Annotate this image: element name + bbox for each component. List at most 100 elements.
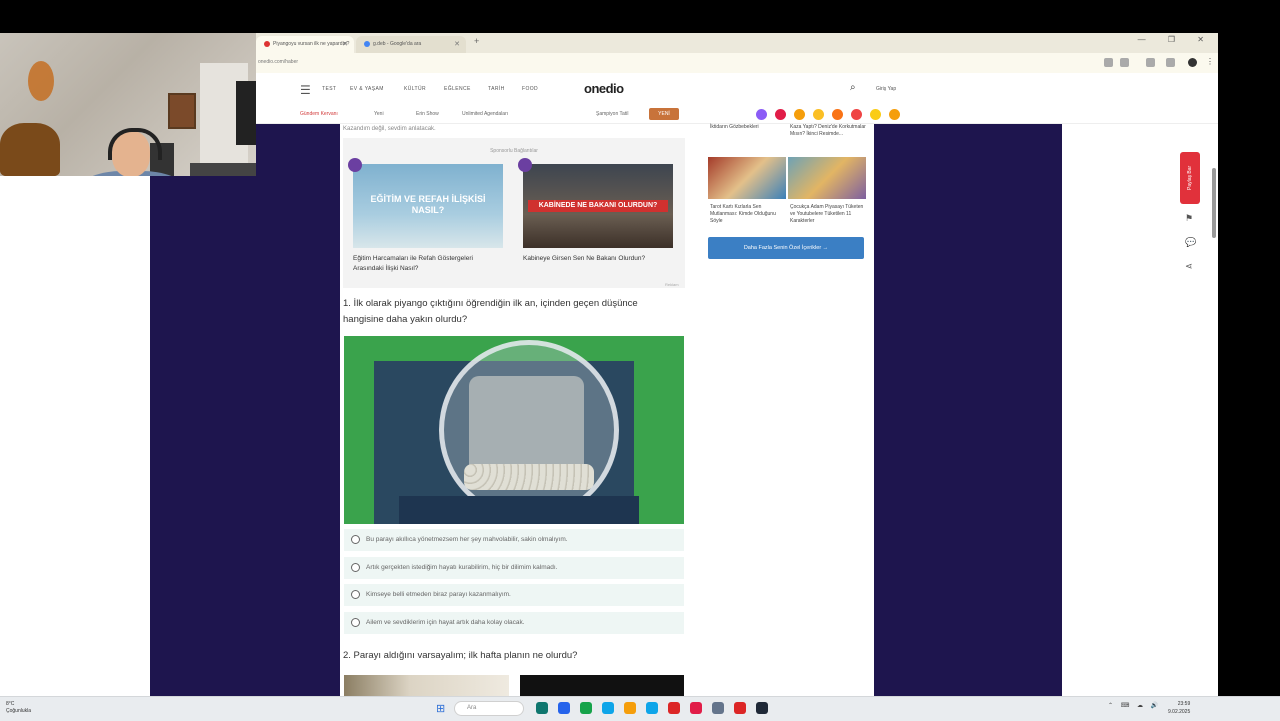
url-text[interactable]: onedio.com/haber [258, 59, 298, 65]
start-icon[interactable]: ⊞ [436, 702, 445, 715]
bookmark-icon[interactable]: ⚑ [1185, 213, 1193, 224]
emoji-reaction-icon[interactable] [794, 109, 805, 120]
answer-image[interactable] [344, 675, 509, 696]
radio-button[interactable] [351, 563, 360, 572]
wall-frame [168, 93, 196, 129]
sidebar-image[interactable] [788, 157, 866, 199]
nav-link[interactable]: EĞLENCE [444, 86, 471, 92]
tab-active[interactable]: Piyangoyu vursan ilk ne yapardın? ✕ [256, 36, 354, 53]
answer-option[interactable]: Ailem ve sevdiklerim için hayat artık da… [344, 612, 684, 634]
profile-avatar[interactable] [1188, 58, 1197, 67]
sub-nav-item[interactable]: Erin Show [416, 111, 439, 117]
share-icon[interactable]: ⋖ [1185, 261, 1193, 272]
site-logo[interactable]: onedio [584, 81, 624, 96]
favicon-icon [364, 40, 370, 47]
sign-in-link[interactable]: Giriş Yap [876, 86, 896, 92]
clock[interactable]: 23:59 9.02.2025 [1168, 700, 1190, 716]
hamburger-icon[interactable]: ☰ [300, 83, 311, 97]
related-link[interactable]: Kabineye Girsen Sen Ne Bakanı Olurdun? [523, 254, 673, 264]
comment-icon[interactable]: 💬 [1185, 237, 1196, 248]
taskbar-app-icon[interactable] [602, 702, 614, 714]
emoji-reaction-icon[interactable] [851, 109, 862, 120]
search-icon[interactable]: ⌕ [850, 82, 856, 93]
sidebar-link[interactable]: İktidarın Gözbebekleri [710, 124, 788, 131]
radio-button[interactable] [351, 590, 360, 599]
question-title: 1. İlk olarak piyango çıktığını öğrendiğ… [343, 298, 638, 325]
window-controls[interactable]: — ❐ ✕ [1138, 35, 1214, 44]
emoji-reaction-icon[interactable] [832, 109, 843, 120]
site-header: ☰ TEST EV & YAŞAM KÜLTÜR EĞLENCE TARİH F… [256, 73, 1218, 107]
sub-nav-item[interactable]: Unlimited Agendaları [462, 111, 508, 117]
radio-button[interactable] [351, 618, 360, 627]
extension-icon[interactable] [1166, 58, 1175, 67]
new-badge[interactable]: YENİ [649, 108, 679, 120]
emoji-reaction-icon[interactable] [756, 109, 767, 120]
sidebar-link[interactable]: Çocukça Adam Piyasayı Tüketen ve Youtube… [790, 204, 864, 225]
taskbar-app-icon[interactable] [646, 702, 658, 714]
scrollbar[interactable] [1212, 168, 1216, 238]
emoji-reaction-icon[interactable] [775, 109, 786, 120]
monitor [236, 81, 256, 145]
background-band-right [874, 124, 1062, 696]
question-title: 2. Parayı aldığını varsayalım; ilk hafta… [343, 650, 578, 661]
taskbar-app-icon[interactable] [734, 702, 746, 714]
answer-text: Bu parayı akıllıca yönetmezsem her şey m… [366, 536, 568, 543]
answer-option[interactable]: Artık gerçekten istediğim hayatı kurabil… [344, 557, 684, 579]
radio-button[interactable] [351, 535, 360, 544]
nav-link[interactable]: FOOD [522, 86, 538, 92]
taskbar-search[interactable]: Ara [454, 701, 524, 716]
taskbar-app-icon[interactable] [558, 702, 570, 714]
sidebar-image[interactable] [708, 157, 786, 199]
sub-navigation: Gündem Kervanı Yeni Erin Show Unlimited … [256, 106, 1218, 124]
wall-poster [10, 41, 72, 133]
sub-nav-hot[interactable]: Gündem Kervanı [300, 111, 338, 117]
nav-link[interactable]: TEST [322, 86, 336, 92]
taskbar-app-icon[interactable] [536, 702, 548, 714]
taskbar-app-icon[interactable] [690, 702, 702, 714]
taskbar-app-icon[interactable] [668, 702, 680, 714]
extension-icon[interactable] [1104, 58, 1113, 67]
close-icon[interactable]: ✕ [454, 36, 460, 53]
emoji-reaction-icon[interactable] [870, 109, 881, 120]
extension-icon[interactable] [1120, 58, 1129, 67]
sidebar-link[interactable]: Tarot Kartı Kızlarla Sen Mutlanması: Kim… [710, 204, 784, 225]
sidebar-link[interactable]: Kaza Yaptı? Deniz'de Korkutmalar Mısın? … [790, 124, 868, 138]
badge-icon [518, 158, 532, 172]
related-image[interactable]: KABİNEDE NE BAKANI OLURDUN? [523, 164, 673, 248]
taskbar-app-icon[interactable] [756, 702, 768, 714]
plush-toy [0, 123, 60, 176]
sub-nav-item[interactable]: Yeni [374, 111, 384, 117]
nav-link[interactable]: EV & YAŞAM [350, 86, 384, 92]
background-band-left [256, 124, 340, 696]
menu-icon[interactable]: ⋮ [1206, 57, 1214, 66]
taskbar-app-icon[interactable] [712, 702, 724, 714]
question-image [344, 336, 684, 524]
page-gutter [0, 176, 150, 696]
more-content-button[interactable]: Daha Fazla Senin Özel İçerikler → [708, 237, 864, 259]
weather-widget[interactable]: 8°C Çoğunlukla [6, 701, 31, 715]
tab-inactive[interactable]: g.deb - Google'da ara ✕ [356, 36, 466, 53]
close-icon[interactable]: ✕ [342, 36, 348, 53]
new-tab-button[interactable]: + [474, 36, 479, 46]
emoji-reaction-icon[interactable] [813, 109, 824, 120]
answer-image[interactable] [520, 675, 684, 696]
answer-option[interactable]: Kimseye belli etmeden biraz parayı kazan… [344, 584, 684, 606]
extension-icon[interactable] [1146, 58, 1155, 67]
headset [108, 128, 162, 160]
sub-nav-item[interactable]: Şampiyon Tatil [596, 111, 628, 117]
related-link[interactable]: Eğitim Harcamaları ile Refah Göstergeler… [353, 254, 503, 274]
taskbar: 8°C Çoğunlukla ⊞ Ara ⌃ ⌨ ☁ 🔊 23:59 9.02.… [0, 696, 1280, 721]
taskbar-app-icon[interactable] [624, 702, 636, 714]
system-tray[interactable]: ⌃ ⌨ ☁ 🔊 [1108, 702, 1161, 709]
nav-link[interactable]: TARİH [488, 86, 505, 92]
nav-link[interactable]: KÜLTÜR [404, 86, 426, 92]
answer-option[interactable]: Bu parayı akıllıca yönetmezsem her şey m… [344, 529, 684, 551]
favicon-icon [264, 40, 270, 47]
lottery-stand [399, 496, 639, 524]
address-bar[interactable]: onedio.com/haber ⋮ [256, 53, 1218, 74]
emoji-reaction-icon[interactable] [889, 109, 900, 120]
clock-time: 23:59 [1177, 701, 1191, 707]
taskbar-app-icon[interactable] [580, 702, 592, 714]
share-tab[interactable]: Paylaş Bar [1180, 152, 1200, 204]
related-image[interactable]: EĞİTİM VE REFAH İLİŞKİSİ NASIL? [353, 164, 503, 248]
